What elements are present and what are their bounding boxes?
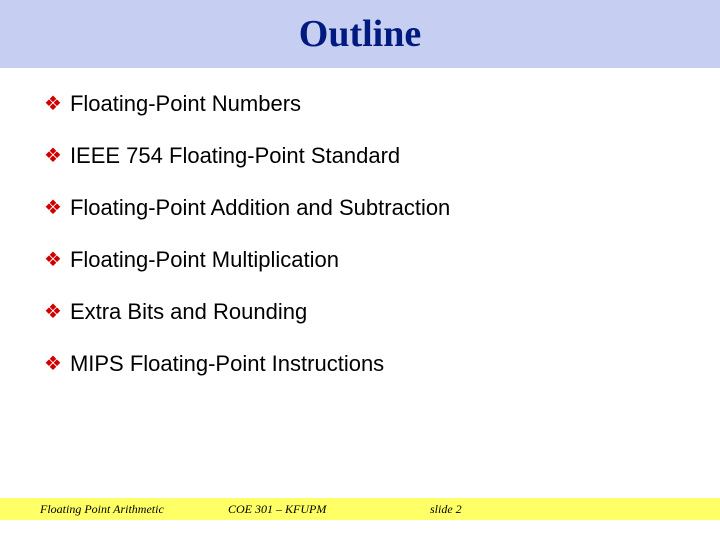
slide-title: Outline [299,12,421,56]
footer-left: Floating Point Arithmetic [40,502,164,517]
list-item: ❖ IEEE 754 Floating-Point Standard [44,142,680,170]
footer-right: slide 2 [430,502,462,517]
slide: Outline ❖ Floating-Point Numbers ❖ IEEE … [0,0,720,540]
title-bar: Outline [0,0,720,68]
diamond-bullet-icon: ❖ [44,90,62,118]
list-item: ❖ Floating-Point Multiplication [44,246,680,274]
diamond-bullet-icon: ❖ [44,246,62,274]
list-item: ❖ Floating-Point Addition and Subtractio… [44,194,680,222]
bullet-text: MIPS Floating-Point Instructions [70,350,384,378]
bullet-text: Floating-Point Multiplication [70,246,339,274]
bullet-text: Extra Bits and Rounding [70,298,307,326]
list-item: ❖ Floating-Point Numbers [44,90,680,118]
diamond-bullet-icon: ❖ [44,194,62,222]
footer-center: COE 301 – KFUPM [228,502,326,517]
bullet-text: Floating-Point Numbers [70,90,301,118]
footer-bar: Floating Point Arithmetic COE 301 – KFUP… [0,498,720,520]
diamond-bullet-icon: ❖ [44,350,62,378]
list-item: ❖ Extra Bits and Rounding [44,298,680,326]
list-item: ❖ MIPS Floating-Point Instructions [44,350,680,378]
diamond-bullet-icon: ❖ [44,142,62,170]
bullet-list: ❖ Floating-Point Numbers ❖ IEEE 754 Floa… [44,90,680,402]
bullet-text: Floating-Point Addition and Subtraction [70,194,450,222]
bullet-text: IEEE 754 Floating-Point Standard [70,142,400,170]
diamond-bullet-icon: ❖ [44,298,62,326]
